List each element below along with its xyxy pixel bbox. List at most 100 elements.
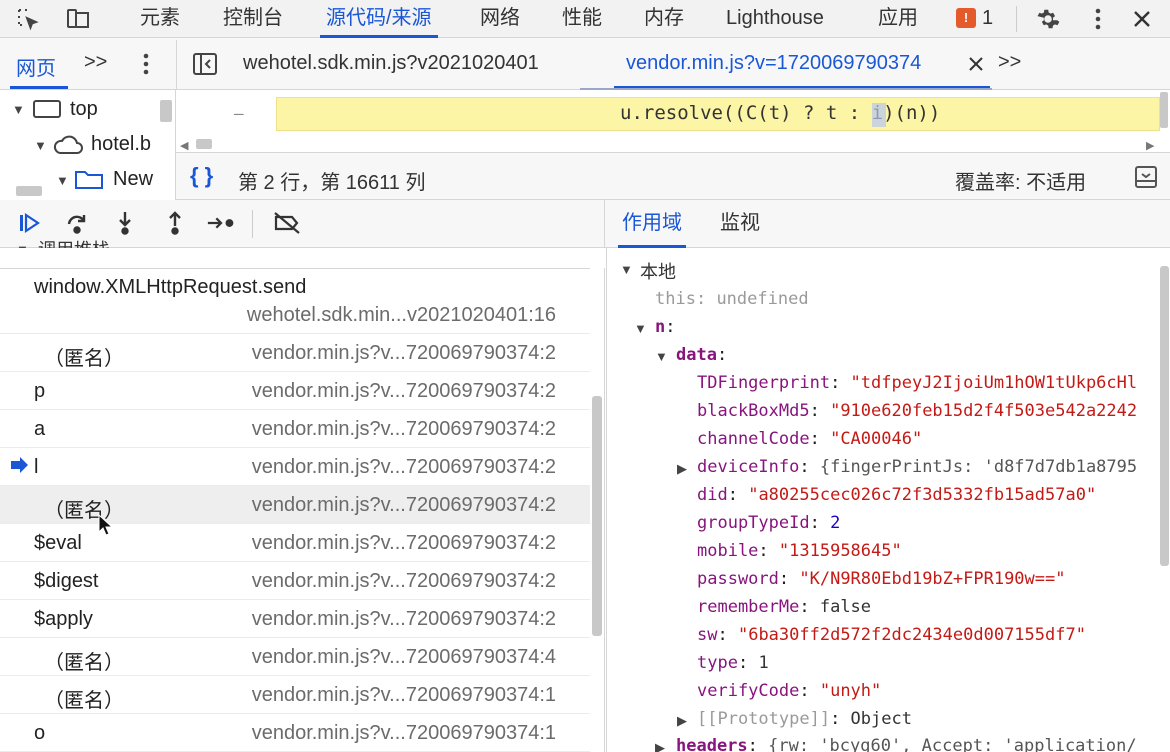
code-hscrollbar[interactable] [196, 139, 212, 149]
close-file-tab-icon[interactable] [967, 55, 985, 78]
page-tab-underline [10, 86, 68, 89]
call-stack-scrollbar[interactable] [592, 396, 602, 636]
call-frame-function: a [34, 418, 46, 440]
paused-code-line[interactable]: u.resolve((C(t) ? t : i)(n)) [620, 102, 940, 124]
file-tab-wehotel-sdk[interactable]: wehotel.sdk.min.js?v2021020401 [243, 52, 539, 75]
call-frame-location[interactable]: vendor.min.js?v...720069790374:2 [252, 456, 556, 479]
call-frame-location[interactable]: vendor.min.js?v...720069790374:2 [252, 494, 556, 517]
expand-arrow-icon[interactable]: ▼ [34, 138, 47, 153]
scope-headers-row[interactable]: headers: {rw: 'bcyg60', Accept: 'applica… [676, 736, 1137, 752]
expand-arrow-icon[interactable]: ▼ [56, 173, 69, 188]
current-frame-arrow-icon [10, 457, 28, 478]
toggle-drawer-icon[interactable] [1134, 165, 1158, 194]
settings-gear-icon[interactable] [1034, 5, 1062, 33]
divider [1016, 6, 1017, 32]
call-frame-location[interactable]: vendor.min.js?v...720069790374:4 [252, 646, 556, 669]
call-frame-function: $eval [34, 532, 82, 554]
tree-item-folder[interactable]: New [113, 168, 153, 191]
cloud-icon [52, 133, 84, 162]
tab-lighthouse[interactable]: Lighthouse [720, 0, 830, 38]
file-tab-vendor[interactable]: vendor.min.js?v=1720069790374 [626, 52, 921, 75]
divider [176, 40, 177, 90]
scope-field-row: password: "K/N9R80Ebd19bZ+FPR190w==" [697, 569, 1066, 589]
tab-console[interactable]: 控制台 [217, 0, 289, 38]
tree-item-top[interactable]: top [70, 98, 98, 121]
header-mask [0, 248, 605, 268]
call-frame-location[interactable]: vendor.min.js?v...720069790374:2 [252, 418, 556, 441]
scope-field-row[interactable]: deviceInfo: {fingerPrintJs: 'd8f7d7db1a8… [697, 457, 1137, 477]
call-frame-location[interactable]: vendor.min.js?v...720069790374:2 [252, 342, 556, 365]
call-frame-function: （匿名） [44, 348, 124, 370]
step-over-icon[interactable] [62, 208, 92, 238]
call-frame-location[interactable]: vendor.min.js?v...720069790374:2 [252, 532, 556, 555]
more-files-chevron-icon[interactable]: >> [998, 51, 1021, 74]
tab-memory[interactable]: 内存 [638, 0, 690, 38]
scroll-left-arrow-icon[interactable]: ◀ [180, 139, 188, 152]
inspect-element-icon[interactable] [14, 5, 42, 33]
scope-n-row[interactable]: n: [655, 317, 676, 337]
scope-this-row: this: undefined [655, 289, 809, 309]
call-frame-location[interactable]: vendor.min.js?v...720069790374:2 [252, 380, 556, 403]
expand-arrow-icon[interactable]: ▶ [677, 461, 687, 477]
deactivate-breakpoints-icon[interactable] [272, 208, 302, 238]
tab-page[interactable]: 网页 [16, 52, 56, 81]
scope-data-row[interactable]: data: [676, 345, 727, 365]
tab-network[interactable]: 网络 [474, 0, 526, 38]
tab-elements[interactable]: 元素 [134, 0, 186, 38]
step-icon[interactable] [206, 208, 236, 238]
scope-field-row: verifyCode: "unyh" [697, 681, 882, 701]
resume-icon[interactable] [14, 208, 44, 238]
scope-value: {rw: 'bcyg60', Accept: 'application/ [768, 736, 1137, 752]
expand-arrow-icon[interactable]: ▶ [655, 740, 665, 752]
scope-prototype-row[interactable]: [[Prototype]]: Object [697, 709, 912, 729]
code-vscrollbar[interactable] [1160, 92, 1168, 128]
issues-icon[interactable]: ! [956, 8, 976, 28]
scope-key: data [676, 345, 717, 365]
scope-field-row: groupTypeId: 2 [697, 513, 841, 533]
tree-item-host[interactable]: hotel.b [91, 133, 151, 156]
call-frame-location[interactable]: vendor.min.js?v...720069790374:1 [252, 684, 556, 707]
scope-field-row: channelCode: "CA00046" [697, 429, 923, 449]
close-icon[interactable] [1128, 5, 1156, 33]
call-frame-location[interactable]: vendor.min.js?v...720069790374:1 [252, 722, 556, 745]
call-frame-location[interactable]: vendor.min.js?v...720069790374:2 [252, 570, 556, 593]
line-gutter: – [234, 104, 244, 123]
collapse-arrow-icon[interactable]: ▼ [634, 321, 647, 336]
call-frame-location[interactable]: vendor.min.js?v...720069790374:2 [252, 608, 556, 631]
call-frame-function: $digest [34, 570, 99, 592]
scope-field-row: mobile: "1315958645" [697, 541, 902, 561]
execution-marker [872, 103, 886, 127]
scope-field-row: TDFingerprint: "tdfpeyJ2IjoiUm1hOW1tUkp6… [697, 373, 1138, 393]
device-toolbar-icon[interactable] [64, 5, 92, 33]
more-options-icon[interactable] [1084, 5, 1112, 33]
call-frame-function: （匿名） [44, 690, 124, 712]
step-into-icon[interactable] [110, 208, 140, 238]
collapse-arrow-icon[interactable]: ▼ [620, 262, 633, 277]
frame-icon [32, 98, 62, 125]
tree-scrollbar[interactable] [160, 100, 172, 122]
toggle-navigator-icon[interactable] [192, 51, 218, 82]
pretty-print-braces-icon[interactable]: { } [190, 163, 213, 189]
scope-local-header[interactable]: 本地 [640, 258, 676, 284]
navigator-menu-icon[interactable] [143, 53, 149, 80]
more-tabs-chevron-icon[interactable]: >> [84, 51, 107, 74]
scope-field-row: did: "a80255cec026c72f3d5332fb15ad57a0" [697, 485, 1097, 505]
tab-sources[interactable]: 源代码/来源 [320, 0, 438, 38]
call-frame-function: o [34, 722, 46, 744]
tab-performance[interactable]: 性能 [556, 0, 608, 38]
step-out-icon[interactable] [160, 208, 190, 238]
divider [0, 268, 590, 269]
scope-field-row: blackBoxMd5: "910e620feb15d2f4f503e542a2… [697, 401, 1138, 421]
expand-arrow-icon[interactable]: ▼ [12, 102, 25, 117]
collapse-arrow-icon[interactable]: ▼ [655, 349, 668, 364]
expand-arrow-icon[interactable]: ▶ [677, 713, 687, 729]
tree-hscrollbar[interactable] [16, 186, 42, 196]
tab-watch[interactable]: 监视 [716, 200, 764, 248]
scope-scrollbar[interactable] [1160, 266, 1169, 566]
scope-field-row: rememberMe: false [697, 597, 872, 617]
tab-application[interactable]: 应用 [872, 0, 924, 38]
scroll-right-arrow-icon[interactable]: ▶ [1146, 139, 1154, 152]
issues-count[interactable]: 1 [982, 7, 993, 30]
tab-scope[interactable]: 作用域 [618, 200, 686, 248]
call-frame-location[interactable]: wehotel.sdk.min...v2021020401:16 [247, 304, 556, 327]
